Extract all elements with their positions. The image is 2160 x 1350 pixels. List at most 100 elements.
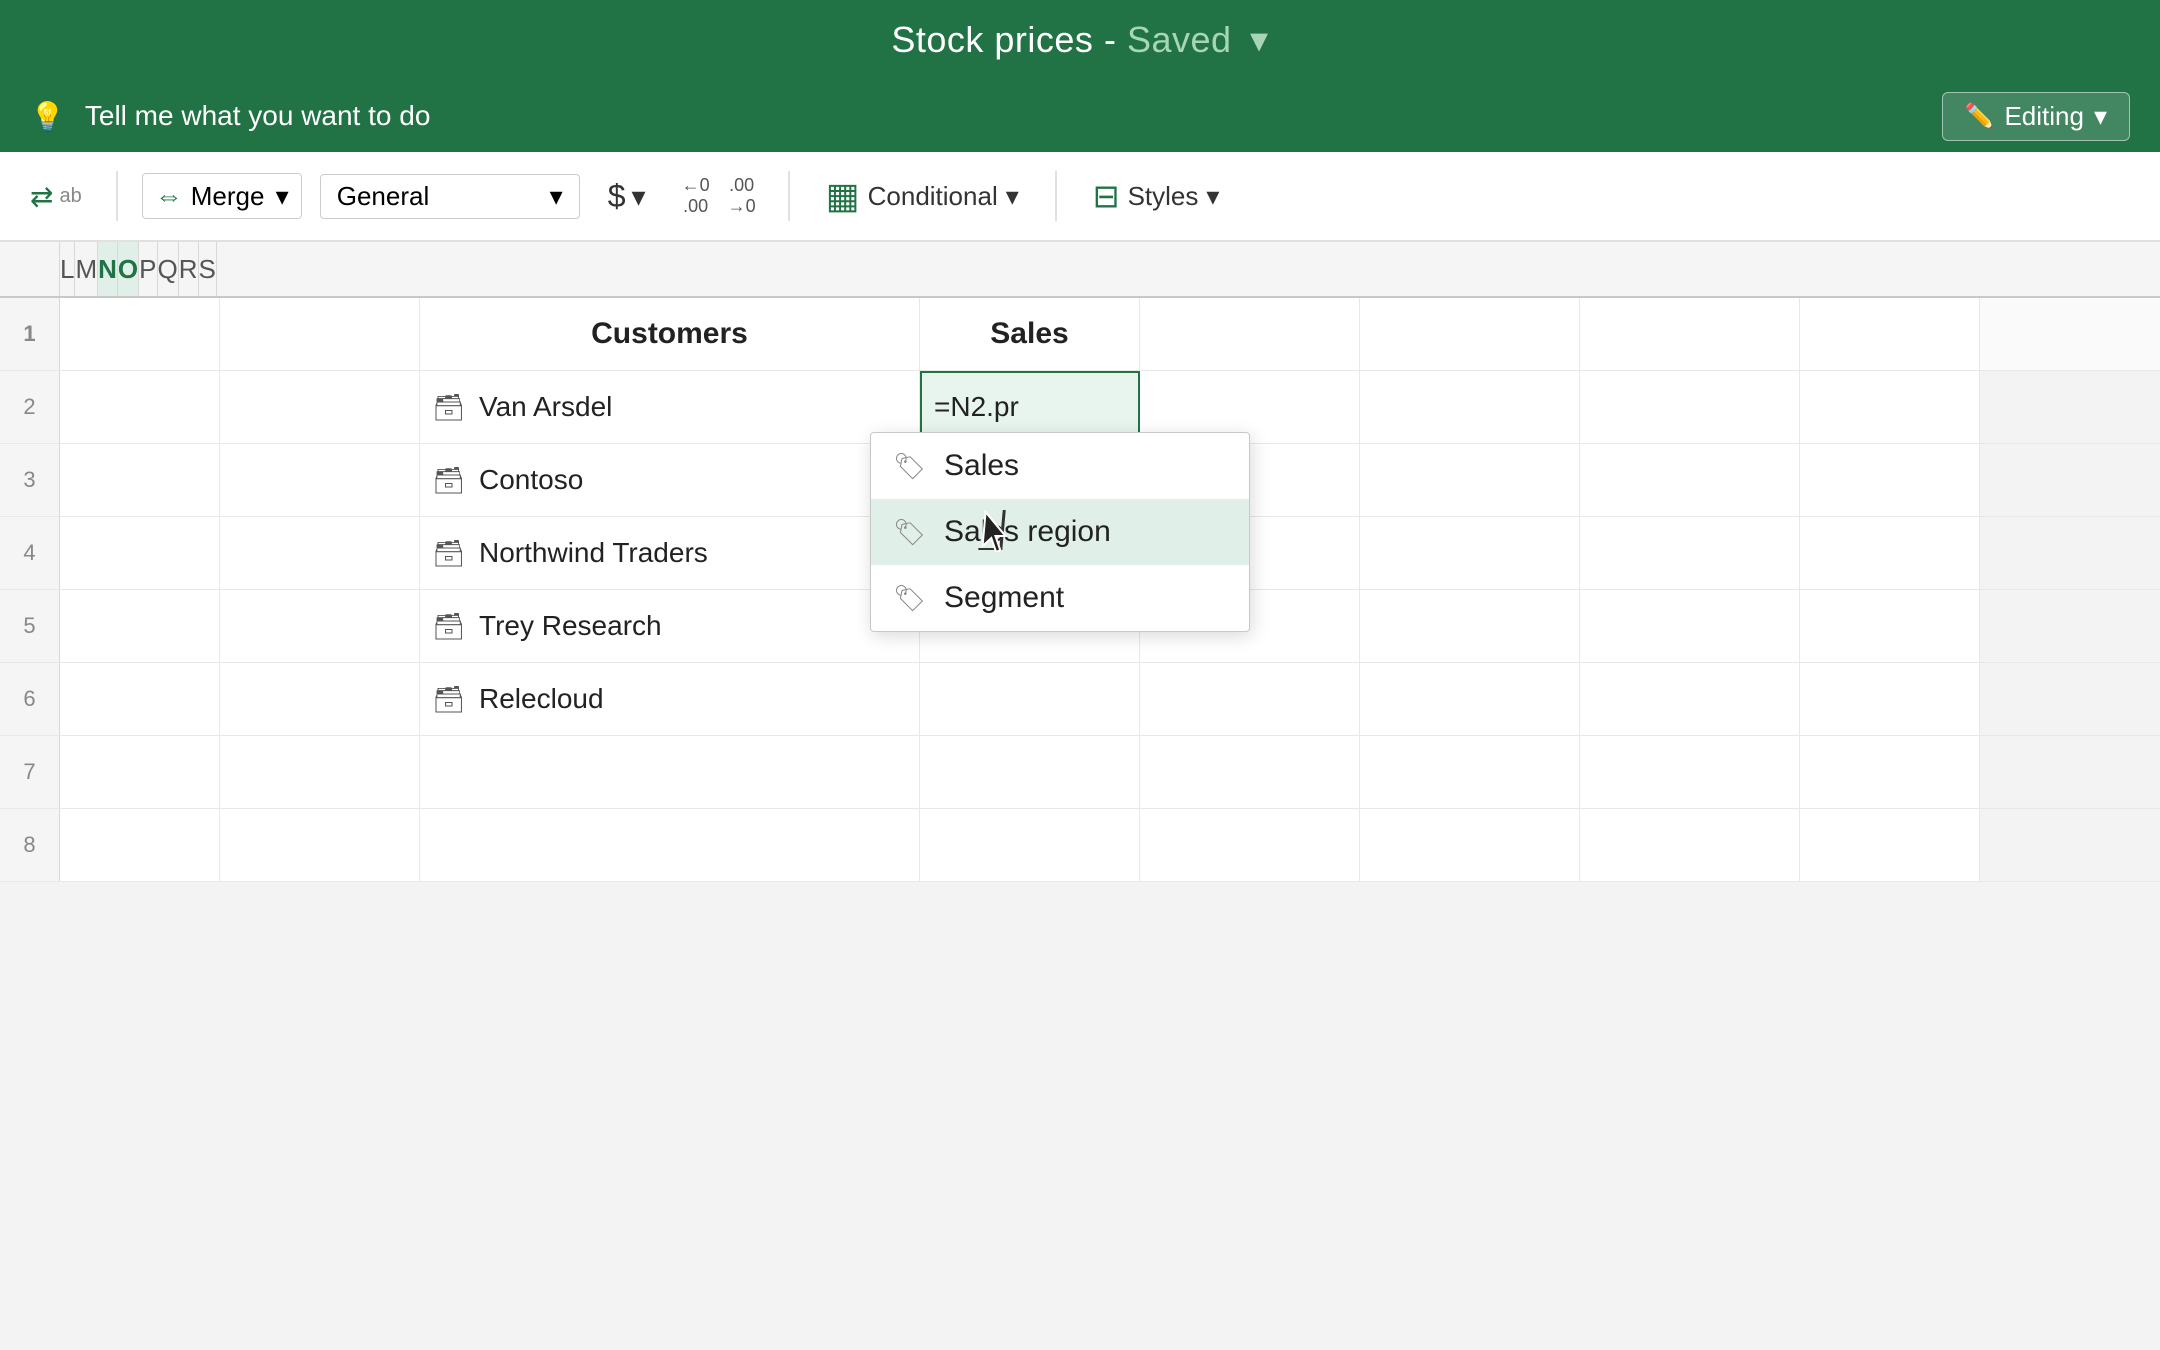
cell-N4[interactable]: 🗃 Northwind Traders (420, 517, 920, 589)
data-row-7: 7 (0, 736, 2160, 809)
cell-R7[interactable] (1580, 736, 1800, 808)
cell-N8[interactable] (420, 809, 920, 881)
col-header-N[interactable]: N (98, 242, 118, 296)
briefcase-icon-3: 🗃 (432, 538, 465, 569)
cell-S2[interactable] (1800, 371, 1980, 443)
spreadsheet-area: L M N O P Q R S 1 Customers Sales 2 🗃 Va… (0, 242, 2160, 1350)
cell-M3[interactable] (220, 444, 420, 516)
cell-L4[interactable] (60, 517, 220, 589)
tell-me-bar: 💡 Tell me what you want to do ✏️ Editing… (0, 80, 2160, 152)
cell-M2[interactable] (220, 371, 420, 443)
title-chevron-icon[interactable]: ▾ (1250, 19, 1269, 60)
autocomplete-label-segment: Segment (944, 581, 1064, 615)
merge-dropdown[interactable]: ⇔ Merge ▾ (142, 173, 302, 219)
col-header-L[interactable]: L (60, 242, 75, 296)
data-row-6: 6 🗃 Relecloud (0, 663, 2160, 736)
cell-R1[interactable] (1580, 298, 1800, 370)
col-header-O[interactable]: O (118, 242, 139, 296)
cell-S1[interactable] (1800, 298, 1980, 370)
cell-M6[interactable] (220, 663, 420, 735)
cell-N6[interactable]: 🗃 Relecloud (420, 663, 920, 735)
cell-P8[interactable] (1140, 809, 1360, 881)
decrease-decimal-button[interactable]: ←0 .00 (674, 171, 718, 221)
cell-O1[interactable]: Sales (920, 298, 1140, 370)
conditional-button[interactable]: ▦ Conditional ▾ (814, 169, 1031, 223)
wrap-button[interactable]: ⇄ ab (20, 174, 92, 219)
cell-Q4[interactable] (1360, 517, 1580, 589)
cell-P7[interactable] (1140, 736, 1360, 808)
styles-button[interactable]: ⊟ Styles ▾ (1081, 171, 1232, 221)
title-bar: Stock prices - Saved ▾ (0, 0, 2160, 80)
ribbon-bar: ⇄ ab ⇔ Merge ▾ General ▾ $ ▾ ←0 .00 .00 … (0, 152, 2160, 242)
cell-N3[interactable]: 🗃 Contoso (420, 444, 920, 516)
col-header-R[interactable]: R (179, 242, 199, 296)
autocomplete-item-segment[interactable]: 🏷 Segment (871, 565, 1249, 631)
cell-L6[interactable] (60, 663, 220, 735)
row-num-7: 7 (0, 736, 60, 808)
divider-2 (788, 171, 790, 221)
tell-me-text[interactable]: Tell me what you want to do (85, 100, 1922, 132)
cell-S8[interactable] (1800, 809, 1980, 881)
cell-R3[interactable] (1580, 444, 1800, 516)
wrap-icon: ⇄ (30, 180, 53, 213)
cell-M8[interactable] (220, 809, 420, 881)
autocomplete-dropdown[interactable]: 🏷 Sales 🏷 Sales region 🏷 Segment (870, 432, 1250, 632)
cell-L1[interactable] (60, 298, 220, 370)
cell-S5[interactable] (1800, 590, 1980, 662)
autocomplete-item-sales-region[interactable]: 🏷 Sales region (871, 499, 1249, 565)
cell-L5[interactable] (60, 590, 220, 662)
cell-P1[interactable] (1140, 298, 1360, 370)
row-num-6: 6 (0, 663, 60, 735)
cell-S6[interactable] (1800, 663, 1980, 735)
col-header-S[interactable]: S (199, 242, 217, 296)
cell-Q7[interactable] (1360, 736, 1580, 808)
cell-Q5[interactable] (1360, 590, 1580, 662)
autocomplete-item-sales[interactable]: 🏷 Sales (871, 433, 1249, 499)
increase-decimal-button[interactable]: .00 →0 (720, 171, 764, 221)
dollar-button[interactable]: $ ▾ (598, 172, 656, 221)
cell-R6[interactable] (1580, 663, 1800, 735)
cell-M7[interactable] (220, 736, 420, 808)
cell-O6[interactable] (920, 663, 1140, 735)
wrap-label: ab (59, 185, 81, 208)
col-header-M[interactable]: M (75, 242, 98, 296)
cell-Q3[interactable] (1360, 444, 1580, 516)
cell-M5[interactable] (220, 590, 420, 662)
cell-L3[interactable] (60, 444, 220, 516)
divider-1 (116, 171, 118, 221)
cell-S7[interactable] (1800, 736, 1980, 808)
formula-O2: =N2.pr (934, 391, 1019, 423)
cell-N5[interactable]: 🗃 Trey Research (420, 590, 920, 662)
cell-Q6[interactable] (1360, 663, 1580, 735)
cell-O7[interactable] (920, 736, 1140, 808)
editing-button[interactable]: ✏️ Editing ▾ (1942, 92, 2130, 141)
cell-Q1[interactable] (1360, 298, 1580, 370)
cell-S4[interactable] (1800, 517, 1980, 589)
cell-P6[interactable] (1140, 663, 1360, 735)
cell-Q2[interactable] (1360, 371, 1580, 443)
cell-S3[interactable] (1800, 444, 1980, 516)
cell-R5[interactable] (1580, 590, 1800, 662)
cell-R8[interactable] (1580, 809, 1800, 881)
cell-L8[interactable] (60, 809, 220, 881)
row-num-2: 2 (0, 371, 60, 443)
cell-O8[interactable] (920, 809, 1140, 881)
cell-L2[interactable] (60, 371, 220, 443)
cell-Q8[interactable] (1360, 809, 1580, 881)
cell-M4[interactable] (220, 517, 420, 589)
decimal-format-group: ←0 .00 .00 →0 (674, 171, 764, 221)
cell-R4[interactable] (1580, 517, 1800, 589)
customer-name-4: Trey Research (479, 610, 662, 642)
cell-R2[interactable] (1580, 371, 1800, 443)
customer-name-2: Contoso (479, 464, 583, 496)
cell-N7[interactable] (420, 736, 920, 808)
col-header-P[interactable]: P (139, 242, 157, 296)
cell-N1[interactable]: Customers (420, 298, 920, 370)
styles-chevron-icon: ▾ (1206, 181, 1219, 212)
cell-N2[interactable]: 🗃 Van Arsdel (420, 371, 920, 443)
col-header-Q[interactable]: Q (158, 242, 179, 296)
cell-M1[interactable] (220, 298, 420, 370)
customers-header: Customers (591, 317, 748, 351)
cell-L7[interactable] (60, 736, 220, 808)
format-dropdown[interactable]: General ▾ (320, 174, 580, 219)
